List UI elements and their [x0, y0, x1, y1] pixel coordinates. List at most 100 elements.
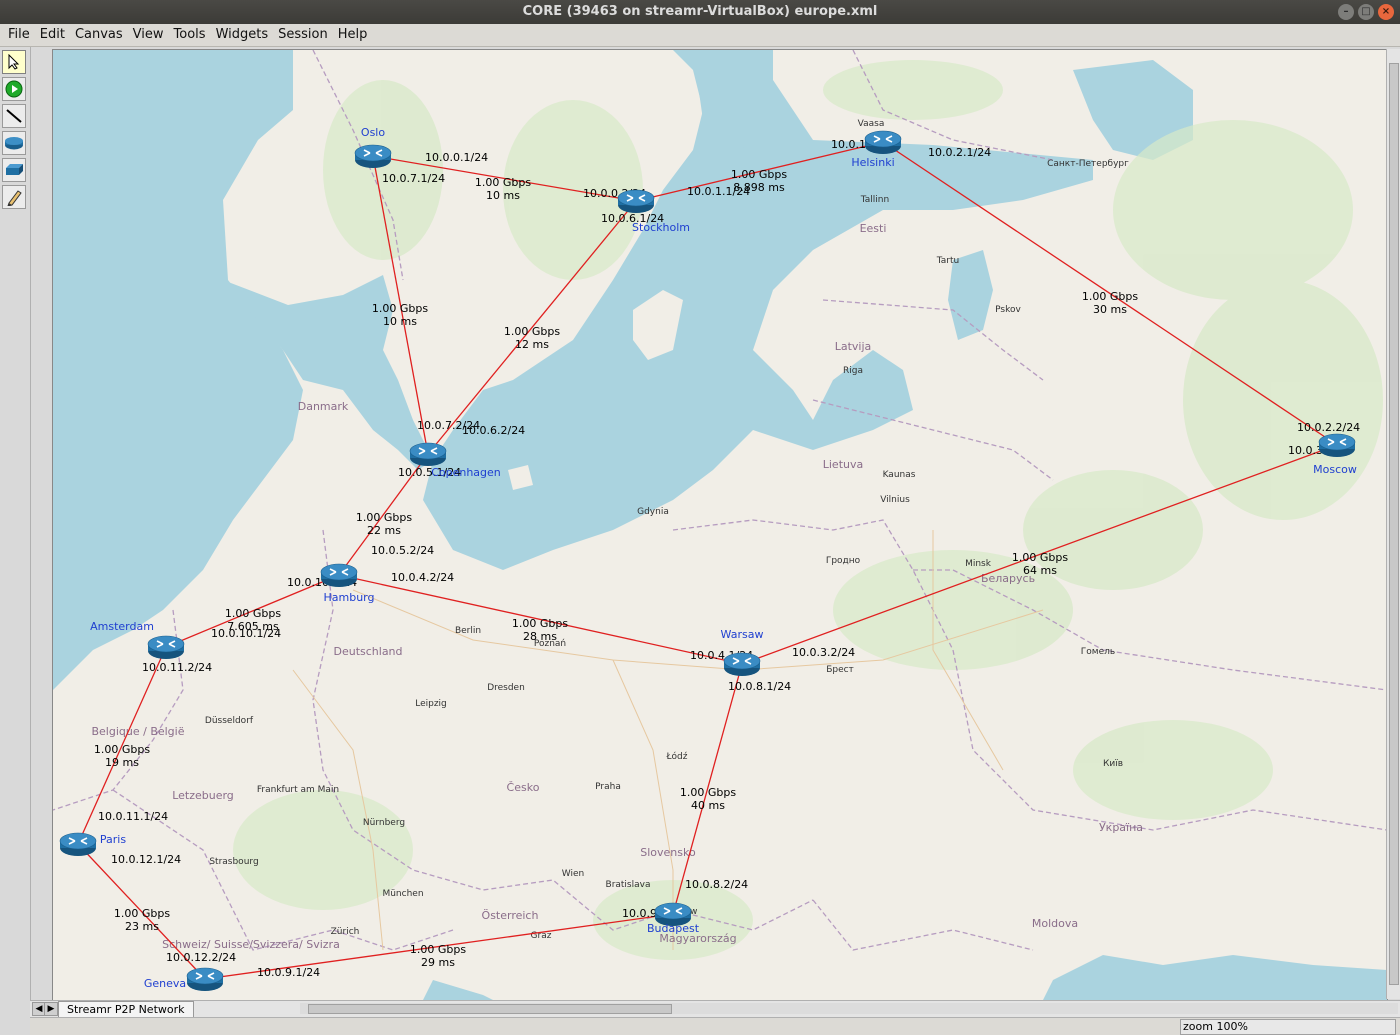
menu-session[interactable]: Session	[273, 24, 333, 46]
map-country-label: Eesti	[860, 222, 887, 235]
map-city-label: Zürich	[331, 927, 360, 937]
link-bandwidth-label: 1.00 Gbps	[356, 511, 412, 524]
minimize-button[interactable]: –	[1338, 4, 1354, 20]
map-city-label: Leipzig	[415, 699, 447, 709]
link-bandwidth-label: 1.00 Gbps	[94, 743, 150, 756]
link-delay-label: 22 ms	[367, 524, 401, 537]
left-toolbar	[0, 47, 31, 1017]
menu-file[interactable]: File	[3, 24, 35, 46]
interface-ip-label: 10.0.7.1/24	[382, 172, 445, 185]
map-city-label: Gdynia	[637, 507, 669, 517]
router-icon	[617, 189, 655, 213]
map-city-label: Kaunas	[883, 470, 916, 480]
map-city-label: Łódź	[665, 751, 687, 762]
link-bandwidth-label: 1.00 Gbps	[225, 607, 281, 620]
interface-ip-label: 10.0.3.2/24	[792, 646, 855, 659]
map-city-label: Wien	[562, 869, 584, 879]
map-city-label: München	[382, 889, 423, 899]
horizontal-scrollbar[interactable]	[300, 1003, 1398, 1014]
map-city-label: Düsseldorf	[205, 716, 254, 726]
map-country-label: Україна	[1099, 821, 1143, 834]
maximize-button[interactable]: □	[1358, 4, 1374, 20]
link-bandwidth-label: 1.00 Gbps	[410, 943, 466, 956]
network-tool-button[interactable]	[2, 158, 26, 182]
map-country-label: Česko	[507, 781, 540, 794]
map-city-label: Санкт-Петербург	[1047, 159, 1129, 169]
link-delay-label: 30 ms	[1093, 303, 1127, 316]
interface-ip-label: 10.0.0.1/24	[425, 151, 488, 164]
horizontal-scroll-thumb[interactable]	[308, 1004, 672, 1014]
router-icon	[864, 130, 902, 154]
zoom-level: zoom 100%	[1180, 1019, 1396, 1035]
menu-tools[interactable]: Tools	[169, 24, 211, 46]
router-icon	[320, 563, 358, 587]
router-icon	[723, 652, 761, 676]
map-city-label: Гродно	[826, 556, 861, 566]
vertical-scroll-thumb[interactable]	[1389, 63, 1399, 985]
link-delay-label: 19 ms	[105, 756, 139, 769]
node-label: Amsterdam	[90, 620, 154, 633]
vertical-scrollbar[interactable]	[1386, 49, 1400, 999]
map-country-label: Moldova	[1032, 917, 1078, 930]
link-delay-label: 12 ms	[515, 338, 549, 351]
router-tool-button[interactable]	[2, 131, 26, 155]
node-label: Copenhagen	[431, 466, 501, 479]
menu-help[interactable]: Help	[333, 24, 373, 46]
map-background: Danmark Latvija Lietuva Eesti Deutschland Čes…	[53, 50, 1387, 1000]
close-button[interactable]: ×	[1378, 4, 1394, 20]
link-delay-label: 28 ms	[523, 630, 557, 643]
map-city-label: Berlin	[455, 626, 481, 636]
map-city-label: Tartu	[936, 256, 959, 266]
interface-ip-label: 10.0.11.2/24	[142, 661, 212, 674]
link-bandwidth-label: 1.00 Gbps	[372, 302, 428, 315]
select-tool-button[interactable]	[2, 50, 26, 74]
link-bandwidth-label: 1.00 Gbps	[512, 617, 568, 630]
router-icon	[1318, 433, 1356, 457]
map-city-label: Bratislava	[606, 880, 651, 890]
network-canvas[interactable]: Danmark Latvija Lietuva Eesti Deutschland Čes…	[52, 49, 1388, 1001]
map-country-label: Belgique / België	[91, 725, 184, 738]
tab-scroll-right-icon[interactable]: ▶	[44, 1002, 58, 1016]
interface-ip-label: 10.0.4.2/24	[391, 571, 454, 584]
link-bandwidth-label: 1.00 Gbps	[475, 176, 531, 189]
menu-widgets[interactable]: Widgets	[211, 24, 274, 46]
interface-ip-label: 10.0.6.2/24	[462, 424, 525, 437]
router-icon	[186, 967, 224, 991]
menu-bar: File Edit Canvas View Tools Widgets Session Hel…	[0, 24, 1400, 47]
interface-ip-label: 10.0.12.2/24	[166, 951, 236, 964]
link-bandwidth-label: 1.00 Gbps	[114, 907, 170, 920]
interface-ip-label: 10.0.2.1/24	[928, 146, 991, 159]
link-tool-button[interactable]	[2, 104, 26, 128]
map-city-label: Dresden	[487, 683, 525, 693]
map-city-label: Vaasa	[858, 119, 885, 129]
node-label: Warsaw	[721, 628, 764, 641]
interface-ip-label: 10.0.12.1/24	[111, 853, 181, 866]
start-session-button[interactable]	[2, 77, 26, 101]
switch-icon	[6, 164, 23, 175]
node-label: Stockholm	[632, 221, 690, 234]
annotation-tool-button[interactable]	[2, 185, 26, 209]
status-bar: zoom 100%	[30, 1017, 1400, 1035]
menu-canvas[interactable]: Canvas	[70, 24, 128, 46]
router-icon	[147, 635, 185, 659]
canvas-tabs: Streamr P2P Network	[58, 1001, 194, 1017]
interface-ip-label: 10.0.5.2/24	[371, 544, 434, 557]
interface-ip-label: 10.0.1.1/24	[687, 185, 750, 198]
map-city-label: Nürnberg	[363, 818, 405, 828]
map-city-label: Praha	[595, 782, 621, 792]
pencil-icon	[7, 190, 22, 206]
map-country-label: Danmark	[298, 400, 349, 413]
menu-edit[interactable]: Edit	[35, 24, 70, 46]
map-city-label: Vilnius	[880, 495, 910, 505]
interface-ip-label: 10.0.2.2/24	[1297, 421, 1360, 434]
tab-streamr-p2p-network[interactable]: Streamr P2P Network	[58, 1001, 194, 1017]
menu-view[interactable]: View	[128, 24, 169, 46]
play-icon	[5, 80, 23, 98]
interface-ip-label: 10.0.8.2/24	[685, 878, 748, 891]
router-icon	[5, 137, 23, 150]
map-city-label: Гомель	[1081, 647, 1115, 657]
map-country-label: Slovensko	[640, 846, 696, 859]
node-label: Geneva	[144, 977, 186, 990]
map-city-label: Pskov	[995, 305, 1021, 315]
router-icon	[354, 144, 392, 168]
